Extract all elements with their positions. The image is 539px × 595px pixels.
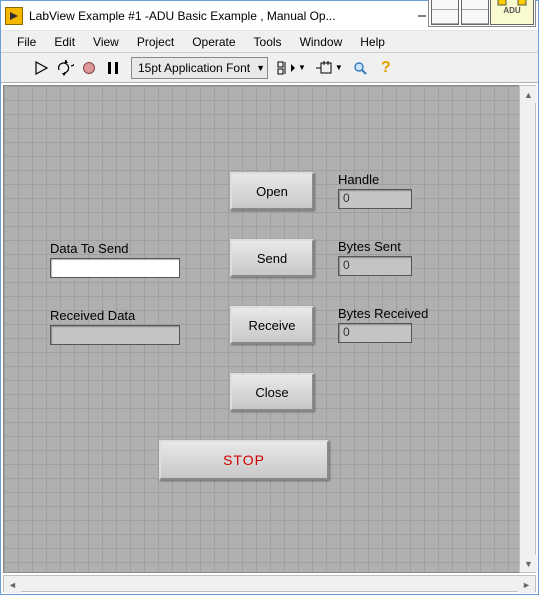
receive-button[interactable]: Receive [230, 306, 314, 344]
stop-button[interactable]: STOP [159, 440, 329, 480]
chevron-down-icon: ▼ [256, 63, 265, 73]
connector-pane: ADU [428, 0, 536, 27]
menu-window[interactable]: Window [292, 33, 351, 51]
front-panel[interactable]: Data To Send Received Data Open Send Rec… [3, 85, 536, 573]
connector-cell[interactable] [431, 0, 459, 25]
menubar: File Edit View Project Operate Tools Win… [1, 31, 538, 53]
bytes-received-output: 0 [338, 323, 412, 343]
menu-operate[interactable]: Operate [184, 33, 243, 51]
handle-label: Handle [338, 172, 379, 187]
font-selector-label: 15pt Application Font [138, 61, 250, 75]
app-icon [5, 7, 23, 25]
connector-cell[interactable] [461, 0, 489, 25]
window-title: LabView Example #1 -ADU Basic Example , … [29, 9, 399, 23]
menu-file[interactable]: File [9, 33, 44, 51]
help-icon: ? [381, 59, 391, 77]
scroll-down-icon[interactable]: ▼ [520, 555, 537, 572]
scroll-right-icon[interactable]: ► [518, 576, 535, 593]
toolbar: 15pt Application Font ▼ ▼ ▼ [1, 53, 538, 83]
menu-tools[interactable]: Tools [246, 33, 290, 51]
search-button[interactable] [348, 56, 372, 80]
send-button[interactable]: Send [230, 239, 314, 277]
vi-icon-label: ADU [503, 6, 520, 15]
bytes-sent-output: 0 [338, 256, 412, 276]
menu-help[interactable]: Help [352, 33, 393, 51]
abort-icon [83, 62, 95, 74]
menu-edit[interactable]: Edit [46, 33, 83, 51]
help-button[interactable]: ? [374, 56, 398, 80]
chevron-down-icon: ▼ [335, 63, 343, 72]
scroll-left-icon[interactable]: ◄ [4, 576, 21, 593]
chevron-down-icon: ▼ [298, 63, 306, 72]
pause-button[interactable] [101, 56, 125, 80]
bytes-received-label: Bytes Received [338, 306, 428, 321]
received-data-label: Received Data [50, 308, 135, 323]
bytes-sent-label: Bytes Sent [338, 239, 401, 254]
received-data-output [50, 325, 180, 345]
close-panel-button[interactable]: Close [230, 373, 314, 411]
menu-project[interactable]: Project [129, 33, 182, 51]
run-button[interactable] [29, 56, 53, 80]
scroll-up-icon[interactable]: ▲ [520, 86, 537, 103]
vi-icon[interactable]: ADU [490, 0, 534, 25]
handle-output: 0 [338, 189, 412, 209]
horizontal-scrollbar[interactable]: ◄ ► [3, 575, 536, 592]
app-window: LabView Example #1 -ADU Basic Example , … [0, 0, 539, 595]
run-continuous-button[interactable] [53, 56, 77, 80]
vertical-scrollbar[interactable]: ▲ ▼ [519, 85, 536, 573]
open-button[interactable]: Open [230, 172, 314, 210]
distribute-button[interactable]: ▼ [311, 56, 346, 80]
font-selector[interactable]: 15pt Application Font ▼ [131, 57, 268, 79]
align-button[interactable]: ▼ [274, 56, 309, 80]
data-to-send-input[interactable] [50, 258, 180, 278]
data-to-send-label: Data To Send [50, 241, 129, 256]
abort-button[interactable] [77, 56, 101, 80]
menu-view[interactable]: View [85, 33, 127, 51]
